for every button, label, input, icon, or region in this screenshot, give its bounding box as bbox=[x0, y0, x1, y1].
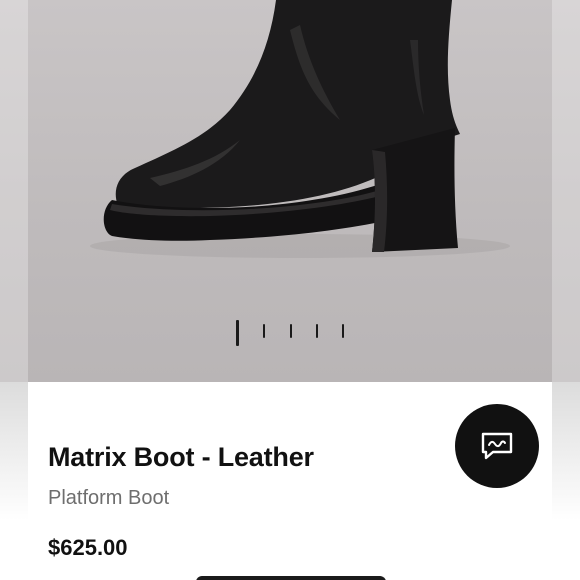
product-subtitle: Platform Boot bbox=[48, 487, 170, 509]
chat-button[interactable] bbox=[455, 404, 539, 488]
carousel-indicator[interactable] bbox=[234, 320, 354, 346]
product-page: Matrix Boot - Leather Platform Boot $625… bbox=[0, 0, 580, 580]
product-title: Matrix Boot - Leather bbox=[48, 442, 314, 472]
carousel-dot-1[interactable] bbox=[236, 320, 239, 346]
carousel-dot-3[interactable] bbox=[290, 324, 292, 338]
left-margin bbox=[0, 382, 28, 580]
carousel-dot-5[interactable] bbox=[342, 324, 344, 338]
carousel-dot-2[interactable] bbox=[263, 324, 265, 338]
right-margin bbox=[552, 382, 580, 580]
carousel-dot-4[interactable] bbox=[316, 324, 318, 338]
product-image-carousel[interactable] bbox=[0, 0, 580, 382]
add-to-bag-button-edge[interactable] bbox=[196, 576, 386, 580]
chat-message-icon bbox=[481, 432, 513, 460]
product-price: $625.00 bbox=[48, 535, 128, 560]
